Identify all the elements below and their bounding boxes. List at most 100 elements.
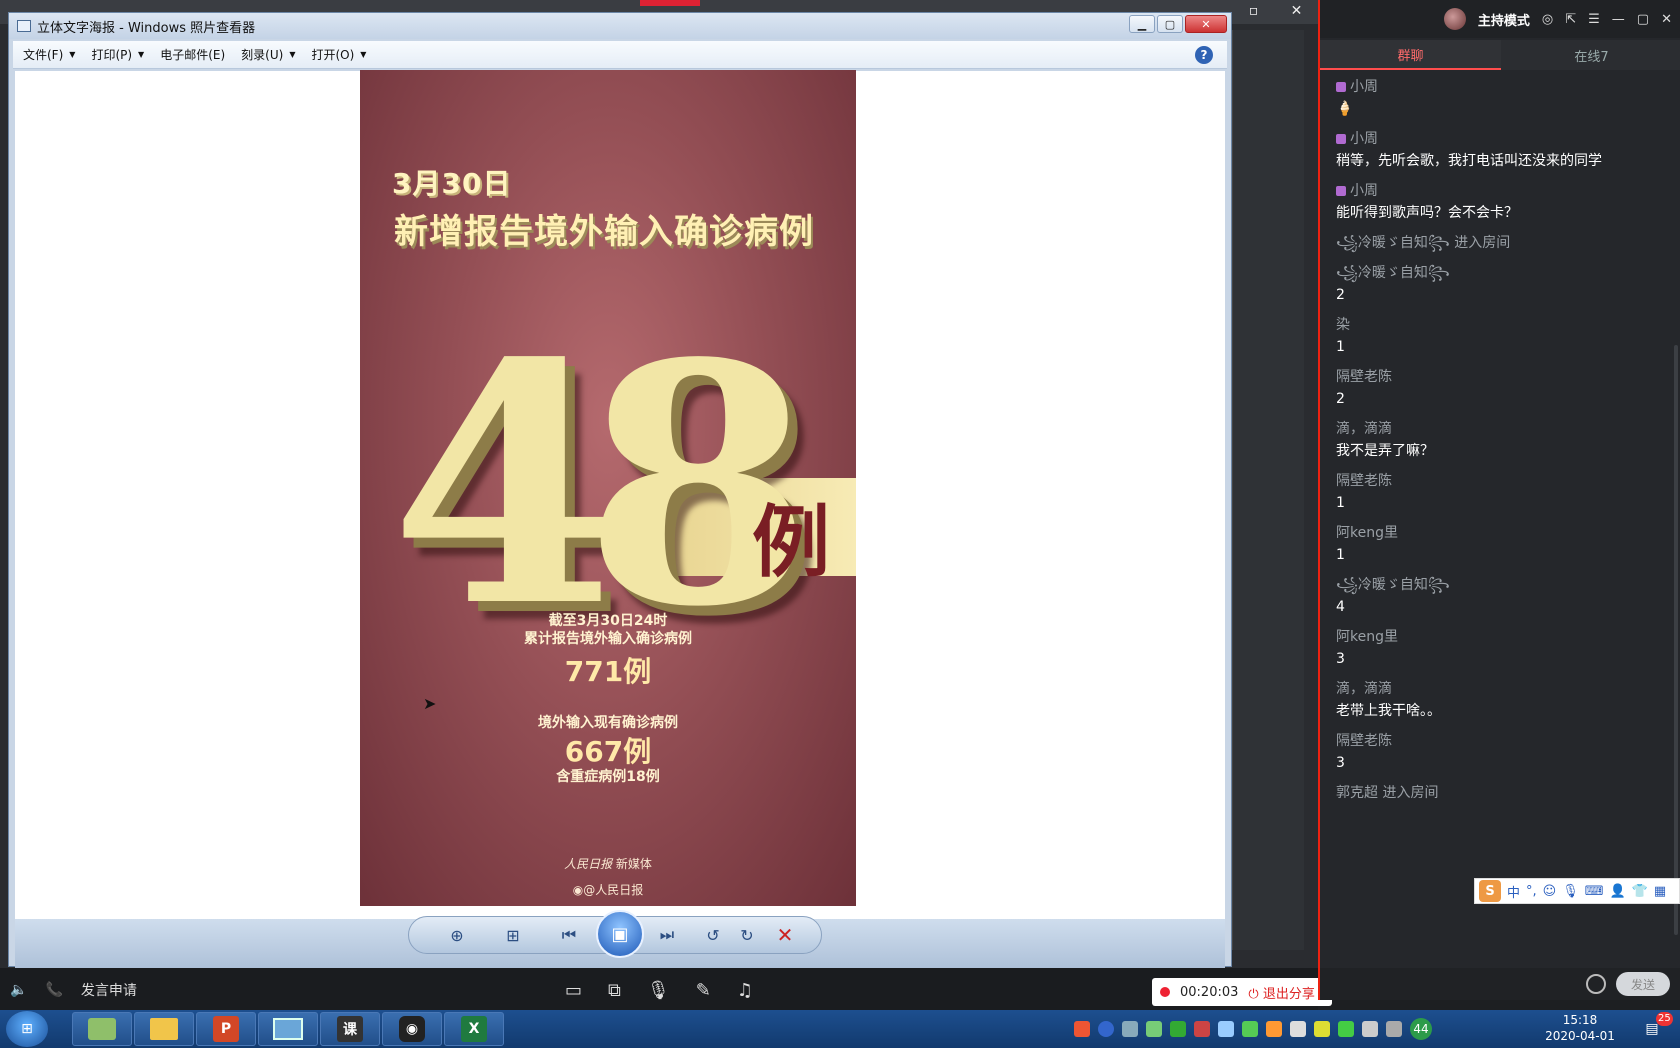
help-tray-icon[interactable] <box>1098 1021 1114 1037</box>
help-icon[interactable]: ? <box>1195 46 1213 64</box>
speaker-icon[interactable]: 🔈 <box>10 982 27 998</box>
chat-message: 滴，滴滴 老带上我干啥。。 <box>1336 678 1666 722</box>
menu-email[interactable]: 电子邮件(E) <box>160 46 225 63</box>
taskbar-app-live[interactable]: ◉ <box>382 1012 442 1046</box>
screen-share-icon[interactable]: ⧉ <box>608 980 621 1001</box>
next-icon[interactable]: ⏭ <box>654 924 680 946</box>
chat-sender[interactable]: 小周 <box>1350 131 1378 147</box>
close-icon[interactable]: ✕ <box>1661 12 1672 27</box>
signal-icon[interactable] <box>1386 1021 1402 1037</box>
close-button[interactable]: ✕ <box>1185 15 1227 33</box>
battery-icon[interactable] <box>1146 1021 1162 1037</box>
sogou-ime-icon[interactable]: S <box>1479 880 1501 902</box>
chat-sender[interactable]: 郭克超 <box>1336 785 1378 801</box>
user-icon[interactable]: 👤 <box>1610 884 1626 899</box>
chat-app-icon[interactable] <box>1218 1021 1234 1037</box>
photo-icon <box>273 1018 303 1040</box>
volume-icon[interactable] <box>1290 1021 1306 1037</box>
taskbar-app-excel[interactable]: X <box>444 1012 504 1046</box>
chat-sender[interactable]: 阿keng里 <box>1336 629 1398 645</box>
settings-icon[interactable]: ◎ <box>1542 12 1553 27</box>
wifi-icon[interactable] <box>1362 1021 1378 1037</box>
excel-icon: X <box>461 1016 487 1042</box>
poster-weibo-text: @人民日报 <box>583 883 644 897</box>
rotate-right-icon[interactable]: ↻ <box>734 924 760 946</box>
taskbar-app-class[interactable]: 课 <box>320 1012 380 1046</box>
network-app-icon[interactable] <box>1194 1021 1210 1037</box>
chat-sender[interactable]: 隔壁老陈 <box>1336 369 1392 385</box>
minimize-icon[interactable]: — <box>1612 12 1625 27</box>
chat-sender[interactable]: 滴，滴滴 <box>1336 681 1392 697</box>
chat-sender[interactable]: 隔壁老陈 <box>1336 733 1392 749</box>
menu-burn[interactable]: 刻录(U) ▼ <box>241 46 295 63</box>
taskbar-app-photo-viewer[interactable] <box>258 1012 318 1046</box>
start-button[interactable]: ⊞ <box>6 1011 48 1047</box>
live-app-icon: ◉ <box>399 1016 425 1042</box>
chat-sender[interactable]: 阿keng里 <box>1336 525 1398 541</box>
tray-count-badge[interactable]: 44 <box>1410 1018 1432 1040</box>
security-icon[interactable] <box>1170 1021 1186 1037</box>
chat-sender[interactable]: ꧁冷暖ゞ自知꧂ <box>1336 577 1450 593</box>
menu-print[interactable]: 打印(P) ▼ <box>91 46 144 63</box>
taskbar-app-powerpoint[interactable]: P <box>196 1012 256 1046</box>
system-clock[interactable]: 15:18 2020-04-01 <box>1540 1012 1620 1046</box>
chat-sender[interactable]: ꧁冷暖ゞ自知꧂ <box>1336 265 1450 281</box>
taskbar-app-explorer[interactable] <box>134 1012 194 1046</box>
chat-sender[interactable]: 小周 <box>1350 79 1378 95</box>
whiteboard-icon[interactable]: ✎ <box>696 980 711 1001</box>
host-close-icon[interactable]: ✕ <box>1275 0 1318 22</box>
grid-icon[interactable]: ▦ <box>1654 884 1666 899</box>
shield-icon[interactable] <box>1338 1021 1354 1037</box>
poster-media-label: 新媒体 <box>615 857 652 871</box>
menu-file[interactable]: 文件(F) ▼ <box>23 46 75 63</box>
taskbar-app-notes[interactable] <box>72 1012 132 1046</box>
ime-tray-icon[interactable] <box>1122 1021 1138 1037</box>
apply-speak-label[interactable]: 发言申请 <box>81 980 137 1000</box>
voice-input-icon[interactable]: 🎙 <box>1562 884 1579 899</box>
maximize-icon[interactable]: ▢ <box>1637 12 1649 27</box>
sogou-tray-icon[interactable] <box>1074 1021 1090 1037</box>
host-mode-label: 主持模式 <box>1477 13 1530 29</box>
microphone-icon[interactable]: 🎙 <box>647 980 670 1001</box>
chat-input-bar[interactable]: 发送 <box>1320 968 1680 1000</box>
chat-message: 隔壁老陈 3 <box>1336 730 1666 774</box>
zoom-icon[interactable]: ⊕ <box>444 924 470 946</box>
delete-icon[interactable]: ✕ <box>772 923 798 947</box>
wechat-icon[interactable] <box>1242 1021 1258 1037</box>
exit-share-button[interactable]: ⏻ 退出分享 <box>1248 983 1314 1002</box>
chat-sender-line: 阿keng里 <box>1336 522 1666 544</box>
emoji-ime-icon[interactable]: ☺ <box>1543 884 1557 899</box>
punctuation-icon[interactable]: °, <box>1526 884 1537 899</box>
chat-sender[interactable]: 滴，滴滴 <box>1336 421 1392 437</box>
keyboard-icon[interactable]: ⌨ <box>1585 884 1604 899</box>
emoji-icon[interactable] <box>1586 974 1606 994</box>
chat-scrollbar[interactable] <box>1674 345 1678 935</box>
music-icon[interactable]: ♫ <box>737 980 753 1001</box>
chat-sender[interactable]: 隔壁老陈 <box>1336 473 1392 489</box>
ime-mode[interactable]: 中 <box>1507 882 1520 901</box>
chat-sender[interactable]: 染 <box>1336 317 1350 333</box>
avatar[interactable] <box>1443 8 1466 30</box>
menu-open[interactable]: 打开(O) ▼ <box>311 46 366 63</box>
viewer-title-bar[interactable]: 立体文字海报 - Windows 照片查看器 ▁ ▢ ✕ <box>9 13 1231 39</box>
viewer-title-text: 立体文字海报 - Windows 照片查看器 <box>37 20 256 36</box>
orange-app-icon[interactable] <box>1266 1021 1282 1037</box>
host-restore-icon[interactable]: ▫ <box>1232 0 1275 22</box>
yellow-app-icon[interactable] <box>1314 1021 1330 1037</box>
maximize-button[interactable]: ▢ <box>1157 15 1183 33</box>
tab-online[interactable]: 在线7 <box>1501 40 1680 70</box>
minimize-button[interactable]: ▁ <box>1129 15 1155 33</box>
chat-sender[interactable]: ꧁冷暖ゞ自知꧂ <box>1336 235 1450 251</box>
camera-icon[interactable]: ▭ <box>565 980 582 1001</box>
skin-icon[interactable]: 👕 <box>1632 884 1648 899</box>
menu-icon[interactable]: ☰ <box>1588 12 1600 27</box>
previous-icon[interactable]: ⏮ <box>556 924 582 946</box>
tab-group-chat[interactable]: 群聊 <box>1320 40 1501 70</box>
slideshow-button[interactable]: ▣ <box>596 910 644 958</box>
popout-icon[interactable]: ⇱ <box>1565 12 1576 27</box>
actual-size-icon[interactable]: ⊞ <box>500 924 526 946</box>
chat-sender[interactable]: 小周 <box>1350 183 1378 199</box>
phone-icon[interactable]: 📞 <box>45 982 62 998</box>
rotate-left-icon[interactable]: ↺ <box>700 924 726 946</box>
send-button[interactable]: 发送 <box>1616 972 1670 996</box>
